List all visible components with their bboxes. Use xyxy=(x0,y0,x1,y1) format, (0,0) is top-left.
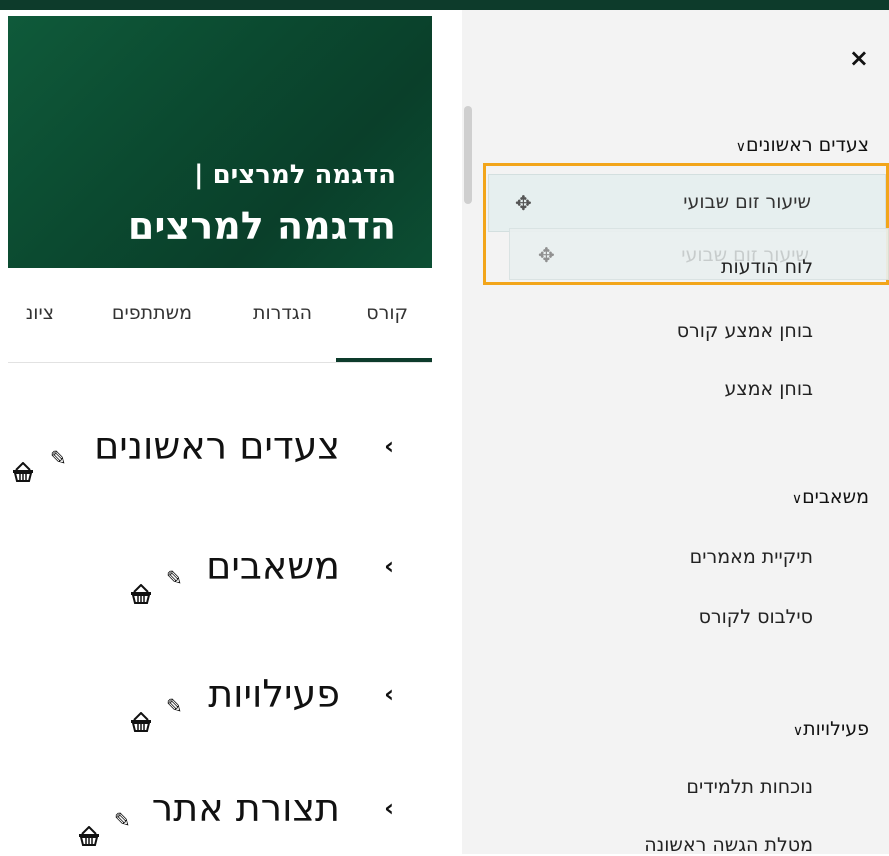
edit-pencil-icon[interactable]: ✎ xyxy=(50,446,67,470)
section-title: משאבים xyxy=(206,544,340,588)
section-title: תצורת אתר xyxy=(151,786,340,830)
course-tabs: קורס הגדרות משתתפים ציונ xyxy=(8,296,432,363)
tab-participants[interactable]: משתתפים xyxy=(112,302,192,324)
index-section-header[interactable]: צעדים ראשונים∨ xyxy=(726,134,869,156)
index-section-title: משאבים xyxy=(802,486,869,508)
index-section-title: פעילויות xyxy=(803,718,869,740)
basket-icon[interactable] xyxy=(130,712,152,732)
dragging-item[interactable]: ✥ שיעור זום שבועי xyxy=(488,174,886,232)
index-item[interactable]: סילבוס לקורס xyxy=(699,606,813,628)
tab-grades[interactable]: ציונ xyxy=(26,302,54,324)
index-item[interactable]: בוחן אמצע xyxy=(724,378,813,400)
basket-icon[interactable] xyxy=(12,462,34,482)
index-item[interactable]: בוחן אמצע קורס xyxy=(677,320,813,342)
move-icon[interactable]: ✥ xyxy=(515,191,532,215)
course-section: ‹ תצורת אתר ✎ xyxy=(8,786,432,846)
chevron-down-icon[interactable]: ∨ xyxy=(736,139,746,155)
course-section: ‹ פעילויות ✎ xyxy=(8,672,432,732)
tab-course[interactable]: קורס xyxy=(366,302,408,324)
course-title: הדגמה למרצים xyxy=(127,204,396,248)
edit-pencil-icon[interactable]: ✎ xyxy=(114,808,131,832)
index-section-title: צעדים ראשונים xyxy=(746,134,869,156)
basket-icon[interactable] xyxy=(130,584,152,604)
basket-icon[interactable] xyxy=(78,826,100,846)
index-section-header[interactable]: משאבים∨ xyxy=(782,486,869,508)
top-bar xyxy=(0,0,889,10)
index-item[interactable]: לוח הודעות xyxy=(721,256,813,278)
edit-pencil-icon[interactable]: ✎ xyxy=(166,694,183,718)
course-section: ‹ צעדים ראשונים ✎ xyxy=(8,424,432,484)
dragging-item-label: שיעור זום שבועי xyxy=(683,191,811,213)
scrollbar-thumb[interactable] xyxy=(464,106,472,204)
close-icon[interactable]: × xyxy=(849,44,869,72)
active-tab-indicator xyxy=(336,358,432,362)
course-subtitle: הדגמה למרצים | xyxy=(194,160,396,190)
course-index-drawer: × צעדים ראשונים∨ בוחן אמצע קורס בוחן אמצ… xyxy=(462,10,889,856)
section-title: פעילויות xyxy=(208,672,340,716)
section-title: צעדים ראשונים xyxy=(94,424,340,468)
chevron-left-icon[interactable]: ‹ xyxy=(384,552,394,580)
index-item[interactable]: מטלת הגשה ראשונה xyxy=(644,834,813,856)
tab-settings[interactable]: הגדרות xyxy=(253,302,312,324)
chevron-down-icon[interactable]: ∨ xyxy=(793,723,803,739)
course-section: ‹ משאבים ✎ xyxy=(8,544,432,604)
chevron-left-icon[interactable]: ‹ xyxy=(384,680,394,708)
chevron-left-icon[interactable]: ‹ xyxy=(384,794,394,822)
index-item[interactable]: תיקיית מאמרים xyxy=(690,546,813,568)
move-icon: ✥ xyxy=(538,243,555,267)
course-banner: הדגמה למרצים | הדגמה למרצים xyxy=(8,16,432,268)
edit-pencil-icon[interactable]: ✎ xyxy=(166,566,183,590)
chevron-left-icon[interactable]: ‹ xyxy=(384,432,394,460)
index-item[interactable]: נוכחות תלמידים xyxy=(686,776,813,798)
chevron-down-icon[interactable]: ∨ xyxy=(792,491,802,507)
index-section-header[interactable]: פעילויות∨ xyxy=(783,718,869,740)
course-page: הדגמה למרצים | הדגמה למרצים קורס הגדרות … xyxy=(8,16,432,854)
